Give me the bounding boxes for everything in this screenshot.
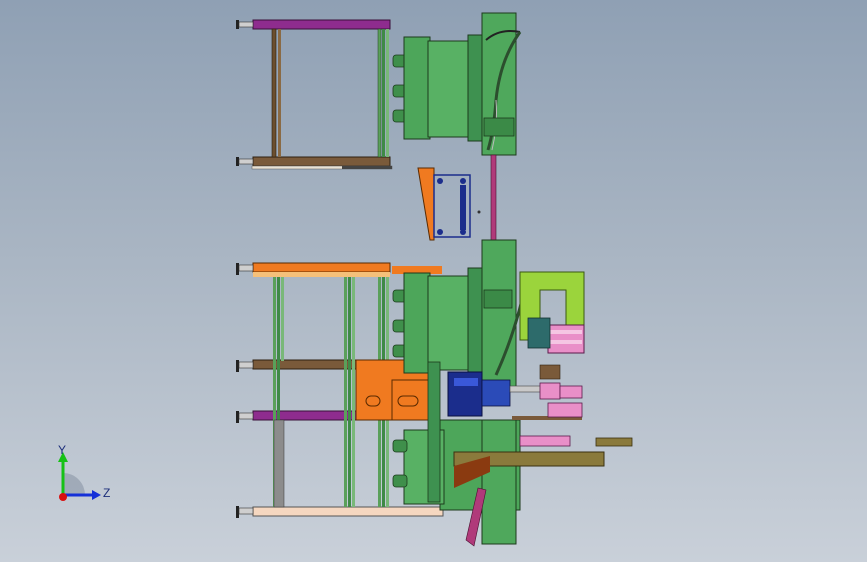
lime-bracket[interactable] [519,271,585,354]
leveling-feet-top[interactable] [236,20,254,166]
cad-viewport[interactable]: Y Z [0,0,867,562]
middle-bracket[interactable] [417,167,481,241]
linear-slide[interactable] [453,435,633,547]
z-axis-label: Z [103,486,111,500]
middle-link-rod[interactable] [490,154,497,246]
assembly-drawing[interactable] [0,0,867,562]
leveling-feet-bottom[interactable] [236,263,254,518]
axis-triad [58,452,101,501]
top-frame[interactable] [251,19,393,170]
y-axis-label: Y [58,443,67,457]
top-spindle-unit[interactable] [392,12,522,156]
